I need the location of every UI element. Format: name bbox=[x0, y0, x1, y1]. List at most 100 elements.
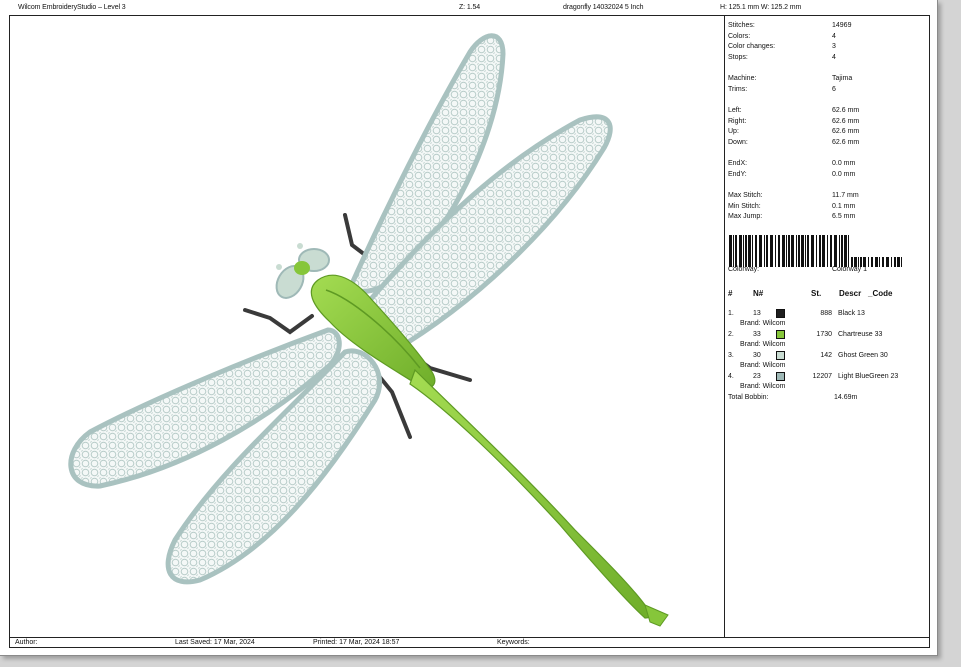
barcode-bar bbox=[739, 235, 742, 267]
barcode-bar bbox=[748, 235, 751, 267]
footer-keywords: Keywords: bbox=[497, 639, 530, 646]
panel-divider bbox=[724, 15, 725, 637]
barcode-bar bbox=[868, 257, 869, 267]
thread-brand: Brand: Wilcom bbox=[740, 362, 786, 369]
footer-last-saved: Last Saved: 17 Mar, 2024 bbox=[175, 639, 255, 646]
thread-color-swatch bbox=[776, 372, 785, 381]
total-bobbin-label: Total Bobbin: bbox=[728, 394, 769, 401]
thread-needle: 23 bbox=[753, 373, 761, 380]
barcode-bar bbox=[811, 235, 814, 267]
barcode-bar bbox=[788, 235, 790, 267]
barcode-bar bbox=[801, 235, 804, 267]
thread-description: Chartreuse 33 bbox=[838, 331, 883, 338]
thread-stitches: 12207 bbox=[812, 373, 832, 380]
barcode-bar bbox=[778, 235, 780, 267]
barcode bbox=[729, 235, 905, 267]
barcode-bar bbox=[841, 235, 843, 267]
stat-label: Max Jump: bbox=[728, 213, 763, 220]
barcode-bar bbox=[759, 235, 762, 267]
barcode-bar bbox=[729, 235, 732, 267]
dragonfly-artwork bbox=[68, 33, 669, 627]
stat-value: 11.7 mm bbox=[832, 192, 859, 199]
thread-index: 2. bbox=[728, 331, 734, 338]
barcode-bar bbox=[791, 235, 794, 267]
barcode-bar bbox=[807, 235, 809, 267]
stat-value: 62.6 mm bbox=[832, 118, 860, 125]
stat-label: Stitches: bbox=[728, 22, 755, 29]
colorway-label: Colorway: bbox=[728, 266, 760, 273]
barcode-bar bbox=[897, 257, 900, 267]
stat-label: EndY: bbox=[728, 171, 747, 178]
body bbox=[310, 274, 669, 627]
thread-description: Ghost Green 30 bbox=[838, 352, 888, 359]
barcode-bar bbox=[782, 235, 785, 267]
footer-divider bbox=[9, 637, 930, 638]
embroidery-design-preview bbox=[10, 16, 724, 637]
thread-brand: Brand: Wilcom bbox=[740, 383, 786, 390]
barcode-bar bbox=[805, 235, 806, 267]
stat-value: 4 bbox=[832, 33, 836, 40]
colorway-value: Colorway 1 bbox=[832, 266, 868, 273]
thread-index: 4. bbox=[728, 373, 734, 380]
barcode-bar bbox=[882, 257, 884, 267]
design-dimensions: H: 125.1 mm W: 125.2 mm bbox=[720, 4, 802, 11]
print-preview-sheet: Wilcom EmbroideryStudio – Level 3 Z: 1.5… bbox=[0, 0, 938, 656]
design-filename: dragonfly 14032024 5 Inch bbox=[563, 4, 644, 11]
thread-brand: Brand: Wilcom bbox=[740, 320, 786, 327]
thread-index: 3. bbox=[728, 352, 734, 359]
stat-label: Trims: bbox=[728, 86, 748, 93]
thread-index: 1. bbox=[728, 310, 734, 317]
barcode-graphic bbox=[729, 235, 902, 267]
barcode-bar bbox=[775, 235, 776, 267]
barcode-bar bbox=[735, 235, 737, 267]
barcode-bar bbox=[755, 235, 757, 267]
thread-color-swatch bbox=[776, 351, 785, 360]
barcode-bar bbox=[891, 257, 892, 267]
stat-value: Tajima bbox=[832, 75, 853, 82]
col-header-number: # bbox=[728, 289, 733, 298]
stat-label: Down: bbox=[728, 139, 748, 146]
stat-label: Colors: bbox=[728, 33, 751, 40]
barcode-bar bbox=[752, 235, 753, 267]
app-title: Wilcom EmbroideryStudio – Level 3 bbox=[18, 4, 126, 11]
thread-description: Light BlueGreen 23 bbox=[838, 373, 899, 380]
thread-brand: Brand: Wilcom bbox=[740, 341, 786, 348]
stat-value: 62.6 mm bbox=[832, 107, 860, 114]
stat-value: 14969 bbox=[832, 22, 852, 29]
barcode-bar bbox=[839, 235, 840, 267]
thread-stitches: 888 bbox=[820, 310, 832, 317]
footer-author: Author: bbox=[15, 639, 38, 646]
barcode-bar bbox=[733, 235, 734, 267]
barcode-bar bbox=[830, 235, 832, 267]
thread-needle: 13 bbox=[753, 310, 761, 317]
thread-color-swatch bbox=[776, 309, 785, 318]
thread-description: Black 13 bbox=[838, 310, 865, 317]
stat-label: Machine: bbox=[728, 75, 757, 82]
stat-value: 0.1 mm bbox=[832, 203, 856, 210]
thread-stitches: 142 bbox=[820, 352, 832, 359]
barcode-bar bbox=[766, 235, 768, 267]
barcode-bar bbox=[745, 235, 747, 267]
thread-color-swatch bbox=[776, 330, 785, 339]
barcode-bar bbox=[875, 257, 878, 267]
barcode-bar bbox=[834, 235, 837, 267]
barcode-bar bbox=[827, 235, 828, 267]
thread-needle: 30 bbox=[753, 352, 761, 359]
barcode-bar bbox=[879, 257, 880, 267]
stat-value: 3 bbox=[832, 43, 836, 50]
barcode-bar bbox=[743, 235, 744, 267]
col-header-code: _Code bbox=[868, 289, 893, 298]
stat-label: Min Stitch: bbox=[728, 203, 761, 210]
stat-value: 62.6 mm bbox=[832, 128, 860, 135]
barcode-bar bbox=[844, 235, 847, 267]
stat-value: 0.0 mm bbox=[832, 160, 856, 167]
stat-label: Left: bbox=[728, 107, 742, 114]
barcode-bar bbox=[901, 257, 902, 267]
thread-row: 2. 33 1730 Chartreuse 33 Brand: Wilcom bbox=[728, 330, 928, 352]
stat-value: 6.5 mm bbox=[832, 213, 856, 220]
barcode-bar bbox=[786, 235, 787, 267]
barcode-bar bbox=[764, 235, 765, 267]
stat-value: 6 bbox=[832, 86, 836, 93]
stat-label: Right: bbox=[728, 118, 747, 125]
barcode-bar bbox=[816, 235, 817, 267]
